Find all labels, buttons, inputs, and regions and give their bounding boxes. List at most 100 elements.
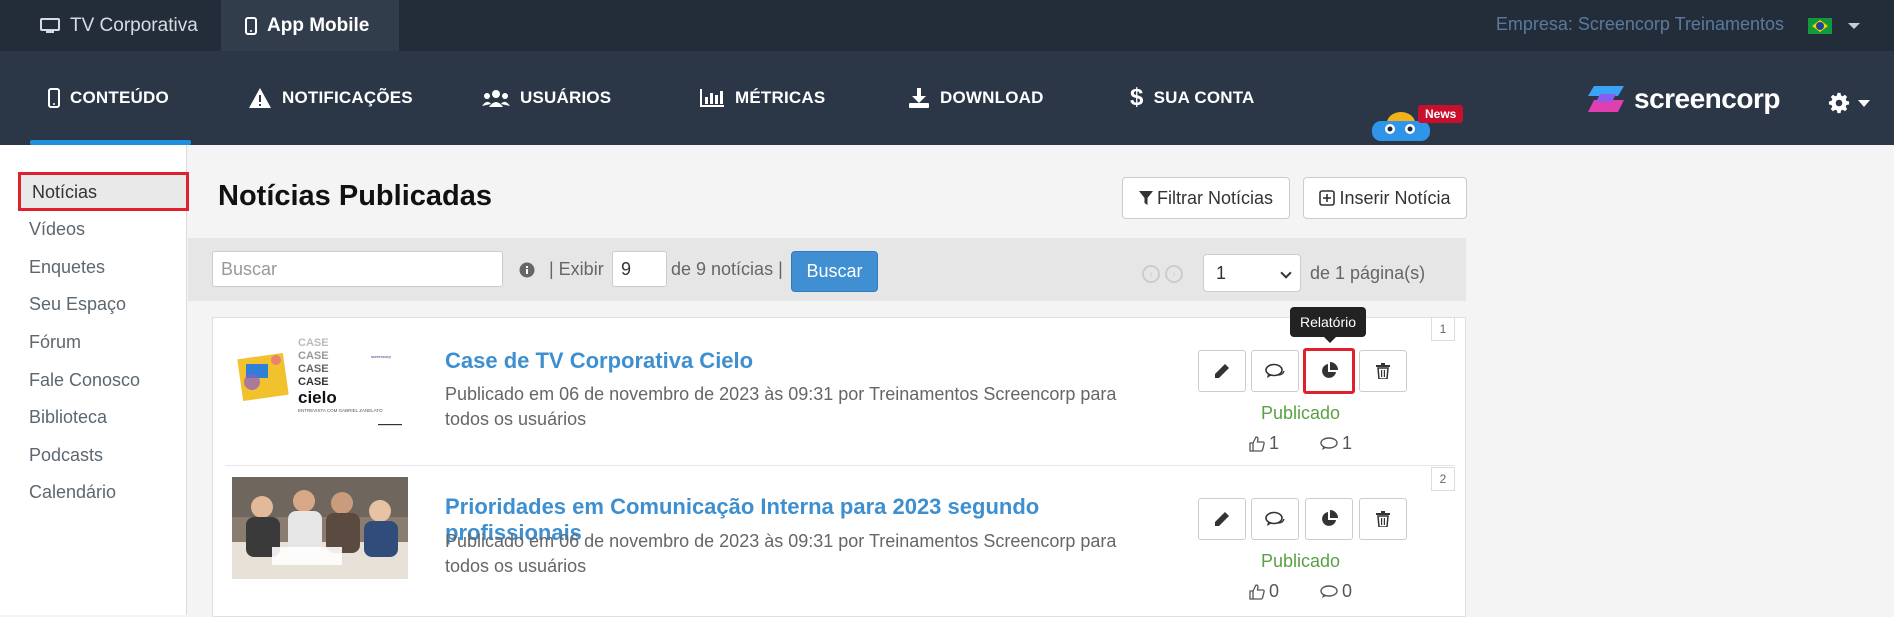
gear-icon[interactable]: [1828, 92, 1850, 114]
pencil-icon: [1215, 512, 1229, 526]
report-tooltip: Relatório: [1290, 307, 1367, 343]
pie-chart-icon: [1322, 362, 1338, 378]
pie-chart-icon: [1322, 510, 1338, 526]
item-index: 1: [1431, 317, 1455, 341]
sidebar: Notícias Vídeos Enquetes Seu Espaço Fóru…: [0, 145, 189, 615]
nav-conteudo[interactable]: CONTEÚDO: [30, 51, 191, 145]
page-select-value: 1: [1216, 262, 1227, 283]
chevron-down-icon[interactable]: [1858, 100, 1870, 107]
company-name: Empresa: Screencorp Treinamentos: [1495, 14, 1784, 34]
edit-button[interactable]: [1198, 498, 1246, 540]
nav-metricas[interactable]: MÉTRICAS: [699, 51, 825, 145]
nav-download[interactable]: DOWNLOAD: [908, 51, 1044, 145]
nav-label: USUÁRIOS: [520, 88, 612, 107]
nav-notificacoes[interactable]: NOTIFICAÇÕES: [248, 51, 413, 145]
thumbs-up-icon: [1249, 583, 1265, 600]
status-badge: Publicado: [1261, 403, 1341, 423]
filter-news-button[interactable]: Filtrar Notícias: [1122, 177, 1290, 219]
brazil-flag-icon[interactable]: [1808, 18, 1832, 34]
warning-icon: [248, 87, 272, 109]
sidebar-item-fale-conosco[interactable]: Fale Conosco: [29, 370, 140, 391]
thumb-case-text: CASE: [298, 350, 329, 362]
chevron-down-icon: [1280, 267, 1292, 279]
thumb-case-text: CASE: [298, 337, 329, 349]
sidebar-item-noticias[interactable]: Notícias: [18, 172, 189, 211]
sidebar-item-videos[interactable]: Vídeos: [29, 219, 85, 240]
exibir-label: | Exibir: [549, 259, 604, 279]
main-nav: CONTEÚDO NOTIFICAÇÕES USUÁRIOS MÉTRICAS …: [0, 51, 1894, 145]
nav-usuarios[interactable]: USUÁRIOS: [482, 51, 611, 145]
comments-button[interactable]: [1251, 498, 1299, 540]
button-label: Inserir Notícia: [1339, 187, 1451, 208]
delete-button[interactable]: [1359, 498, 1407, 540]
filter-icon: [1138, 190, 1153, 206]
pencil-icon: [1215, 364, 1229, 378]
nav-label: SUA CONTA: [1153, 88, 1255, 107]
plus-square-icon: [1319, 190, 1336, 206]
tab-label: TV Corporativa: [70, 14, 198, 36]
next-page-icon[interactable]: ›: [1165, 265, 1183, 283]
thumb-case-text: CASE: [298, 376, 329, 388]
chevron-down-icon[interactable]: [1848, 23, 1860, 29]
dollar-icon: $: [1130, 84, 1144, 111]
status-badge: Publicado: [1261, 551, 1341, 571]
comment-icon: [1320, 584, 1338, 599]
pages-label: de 1 página(s): [1310, 263, 1426, 283]
news-thumbnail[interactable]: CASE CASE CASE CASE cielo ENTREVISTA COM…: [232, 330, 408, 432]
likes-value: 1: [1269, 433, 1280, 453]
trash-icon: [1376, 363, 1390, 379]
sidebar-item-forum[interactable]: Fórum: [29, 332, 81, 353]
monitor-icon: [40, 17, 60, 34]
report-button[interactable]: [1305, 498, 1353, 540]
bar-chart-icon: [699, 88, 725, 108]
report-button[interactable]: [1303, 348, 1355, 394]
thumb-sub-text: ENTREVISTA COM GABRIEL ZANELATO: [298, 408, 383, 413]
comments-value: 1: [1342, 433, 1353, 453]
news-badge[interactable]: News: [1418, 105, 1464, 123]
news-thumbnail[interactable]: [232, 477, 408, 579]
sidebar-item-seu-espaco[interactable]: Seu Espaço: [29, 294, 126, 315]
thumbs-up-icon: [1249, 435, 1265, 452]
edit-button[interactable]: [1198, 350, 1246, 392]
page-title: Notícias Publicadas: [218, 180, 492, 212]
news-list: CASE CASE CASE CASE cielo ENTREVISTA COM…: [212, 317, 1466, 617]
sidebar-item-biblioteca[interactable]: Biblioteca: [29, 407, 107, 428]
top-bar: TV Corporativa App Mobile Empresa: Scree…: [0, 0, 1894, 51]
comment-icon: [1320, 436, 1338, 451]
insert-news-button[interactable]: Inserir Notícia: [1303, 177, 1467, 219]
exibir-input[interactable]: 9: [612, 251, 667, 287]
page-select[interactable]: 1: [1203, 254, 1301, 292]
likes-count: 0: [1249, 581, 1279, 602]
trash-icon: [1376, 511, 1390, 527]
sidebar-item-calendario[interactable]: Calendário: [29, 482, 116, 503]
tab-tv-corporativa[interactable]: TV Corporativa: [0, 0, 220, 51]
nav-label: CONTEÚDO: [70, 88, 169, 107]
nav-sua-conta[interactable]: $ SUA CONTA: [1130, 51, 1255, 145]
search-button[interactable]: Buscar: [791, 251, 878, 292]
tab-app-mobile[interactable]: App Mobile: [221, 0, 399, 51]
logo-text: screencorp: [1634, 83, 1780, 114]
thumb-brand-text: cielo: [298, 388, 337, 407]
thumb-case-text: CASE: [298, 363, 329, 375]
comments-value: 0: [1342, 581, 1353, 601]
nav-label: MÉTRICAS: [735, 88, 826, 107]
news-meta: Publicado em 06 de novembro de 2023 às 0…: [445, 531, 1117, 576]
comments-button[interactable]: [1251, 350, 1299, 392]
download-icon: [908, 88, 930, 108]
sidebar-item-podcasts[interactable]: Podcasts: [29, 445, 103, 466]
previous-page-icon[interactable]: ‹: [1142, 265, 1160, 283]
tab-label: App Mobile: [267, 14, 370, 36]
screencorp-logo-icon: [1588, 86, 1624, 112]
info-icon[interactable]: [519, 262, 535, 278]
news-meta: Publicado em 06 de novembro de 2023 às 0…: [445, 384, 1117, 429]
likes-value: 0: [1269, 581, 1280, 601]
news-item: Prioridades em Comunicação Interna para …: [225, 466, 1455, 616]
comments-count: 1: [1320, 433, 1352, 454]
search-input[interactable]: [212, 251, 503, 287]
news-item: CASE CASE CASE CASE cielo ENTREVISTA COM…: [225, 317, 1455, 466]
comments-icon: [1265, 363, 1285, 378]
delete-button[interactable]: [1359, 350, 1407, 392]
nav-label: DOWNLOAD: [940, 88, 1044, 107]
news-title[interactable]: Case de TV Corporativa Cielo: [445, 348, 1125, 374]
sidebar-item-enquetes[interactable]: Enquetes: [29, 257, 105, 278]
